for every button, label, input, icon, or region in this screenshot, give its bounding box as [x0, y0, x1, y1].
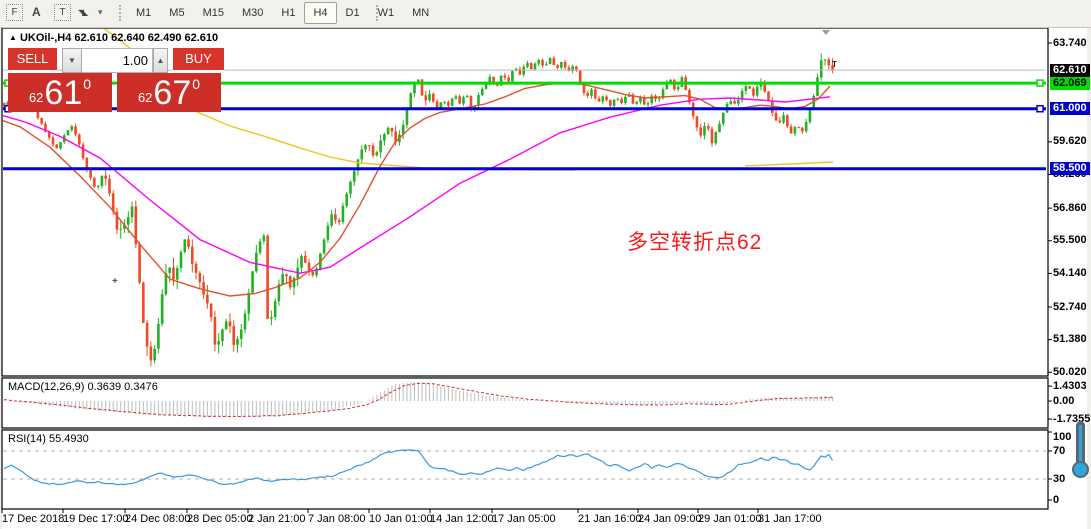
price-badge-58.500: 58.500 [1050, 162, 1090, 175]
sell-button[interactable]: SELL [8, 48, 57, 73]
price-tick-label: 63.740 [1053, 37, 1087, 50]
date-label: 24 Dec 08:00 [125, 513, 190, 525]
one-click-trading-panel: SELL ▼ ▲ BUY 62 61 0 62 67 0 [8, 48, 225, 112]
ask-pip-digit: 0 [192, 76, 200, 92]
thermometer-indicator [1071, 421, 1089, 481]
chart-text-annotation: 多空转折点62 [627, 226, 762, 256]
rsi-tick-label: 0 [1053, 494, 1059, 506]
arrows-dropdown-caret[interactable]: ▾ [98, 4, 103, 21]
volume-input[interactable] [82, 48, 153, 73]
date-label: 29 Jan 01:00 [698, 513, 762, 525]
bid-pip-digit: 0 [83, 76, 91, 92]
date-label: 19 Dec 17:00 [63, 513, 128, 525]
last-bar-arrow-icon [822, 30, 830, 35]
rsi-tick-label: 70 [1053, 445, 1065, 457]
volume-decrease-button[interactable]: ▼ [62, 48, 82, 73]
price-tick-label: 59.620 [1053, 135, 1087, 148]
line-handle[interactable] [1037, 80, 1043, 86]
price-tick-label: 51.380 [1053, 333, 1087, 346]
macd-tick-label: 1.4303 [1053, 380, 1087, 392]
date-label: 24 Jan 09:00 [638, 513, 702, 525]
bid-big-digits: 61 [44, 76, 82, 110]
date-label: 31 Jan 17:00 [758, 513, 822, 525]
grid-f-icon[interactable]: F [6, 4, 23, 21]
toolbar-separator [119, 5, 121, 21]
timeframe-button-h4[interactable]: H4 [304, 2, 336, 24]
ohlc-values: 62.610 62.640 62.490 62.610 [74, 32, 218, 44]
ask-big-digits: 67 [153, 76, 191, 110]
bid-prefix: 62 [29, 90, 43, 105]
arrows-icon[interactable]: ◥◣ [78, 4, 86, 21]
price-tick-label: 54.140 [1053, 267, 1087, 280]
label-a-icon[interactable]: A [32, 4, 41, 21]
date-label: 7 Jan 08:00 [308, 513, 366, 525]
macd-tick-label: 0.00 [1053, 395, 1074, 407]
line-handle[interactable] [1037, 106, 1043, 112]
rsi-tick-label: 30 [1053, 473, 1065, 485]
timeframe-button-m5[interactable]: M5 [160, 2, 193, 24]
price-tick-label: 56.860 [1053, 202, 1087, 215]
toolbar-separator [376, 5, 378, 21]
symbol-period-label: UKOil-,H4 [20, 32, 71, 44]
date-label: 10 Jan 01:00 [369, 513, 433, 525]
timeframe-button-m30[interactable]: M30 [233, 2, 272, 24]
macd-indicator-label: MACD(12,26,9) 0.3639 0.3476 [8, 381, 158, 393]
price-badge-62.069: 62.069 [1050, 77, 1090, 90]
rsi-indicator-label: RSI(14) 55.4930 [8, 433, 89, 445]
price-badge-61.000: 61.000 [1050, 102, 1090, 115]
timeframe-group: M1M5M15M30H1H4D1W1MN [127, 2, 438, 24]
cursor-t-mark: T [832, 60, 837, 69]
price-tick-label: 52.740 [1053, 301, 1087, 314]
price-tick-label: 50.020 [1053, 366, 1087, 379]
price-badge-62.610: 62.610 [1050, 64, 1090, 77]
date-label: 14 Jan 12:00 [430, 513, 494, 525]
timeframe-button-mn[interactable]: MN [403, 2, 438, 24]
buy-button[interactable]: BUY [173, 48, 224, 73]
timeframe-button-d1[interactable]: D1 [337, 2, 369, 24]
date-label: 21 Jan 16:00 [578, 513, 642, 525]
volume-increase-button[interactable]: ▲ [153, 48, 168, 73]
text-t-icon[interactable]: T [54, 4, 71, 21]
date-label: 28 Dec 05:00 [187, 513, 252, 525]
date-label: 2 Jan 21:00 [248, 513, 306, 525]
timeframe-button-w1[interactable]: W1 [369, 2, 404, 24]
top-toolbar: FAT ◥◣ ▾ M1M5M15M30H1H4D1W1MN [0, 0, 1091, 28]
chart-title: ▲ UKOil-,H4 62.610 62.640 62.490 62.610 [9, 32, 218, 44]
ask-quote-box[interactable]: 62 67 0 [117, 73, 221, 112]
date-label: 17 Jan 05:00 [492, 513, 556, 525]
timeframe-button-m15[interactable]: M15 [194, 2, 233, 24]
thermometer-mercury [1079, 425, 1082, 463]
collapse-icon[interactable]: ▲ [9, 33, 17, 42]
date-label: 17 Dec 2018 [2, 513, 64, 525]
price-tick-label: 55.500 [1053, 234, 1087, 247]
bid-quote-box[interactable]: 62 61 0 [8, 73, 112, 112]
timeframe-button-h1[interactable]: H1 [272, 2, 304, 24]
object-anchor-cross-icon: + [112, 276, 118, 287]
timeframe-button-m1[interactable]: M1 [127, 2, 160, 24]
ask-prefix: 62 [138, 90, 152, 105]
rsi-tick-label: 100 [1053, 431, 1071, 443]
thermometer-bulb [1072, 461, 1089, 478]
